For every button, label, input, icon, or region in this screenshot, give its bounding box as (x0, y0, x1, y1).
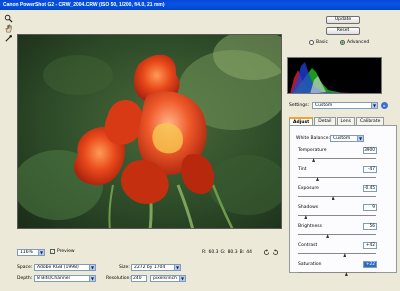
tool-palette (1, 12, 15, 242)
white-balance-label: White Balance: (296, 136, 330, 141)
settings-menu-icon[interactable]: ▸ (380, 102, 388, 109)
adjustment-value-field[interactable]: -0.45 (363, 185, 377, 192)
blue-label: B: (239, 250, 245, 255)
chevron-down-icon: ▼ (174, 265, 180, 270)
adjustment-slider-track[interactable] (298, 177, 376, 178)
tab-calibrate[interactable]: Calibrate (355, 117, 385, 125)
adjustment-value-field[interactable]: 3900 (363, 147, 377, 154)
adjustment-value-field[interactable]: -47 (363, 166, 377, 173)
histogram-graph (290, 62, 352, 93)
adjustment-slider-track[interactable] (298, 196, 376, 197)
workflow-options: Space: Adobe RGB (1998) ▼ Depth: 8 Bits/… (0, 260, 290, 290)
chevron-down-icon: ▼ (179, 276, 185, 281)
adjustment-label: Saturation (298, 262, 322, 267)
advanced-radio-dot (340, 40, 345, 45)
window-title: Canon PowerShot G2 - CRW_2004.CRW (ISO 5… (0, 0, 400, 10)
space-value: Adobe RGB (1998) (37, 265, 79, 270)
adjustment-label: Tint (298, 167, 307, 172)
adjustment-value-field[interactable]: 9 (363, 204, 377, 211)
space-label: Space: (17, 265, 33, 270)
camera-raw-window: Canon PowerShot G2 - CRW_2004.CRW (ISO 5… (0, 0, 400, 291)
tab-detail[interactable]: Detail (314, 117, 336, 125)
red-label: R: (202, 250, 207, 255)
settings-row: Settings: Custom ▼ ▸ (289, 101, 394, 110)
checkbox-check-icon: ✓ (50, 249, 55, 254)
zoom-select[interactable]: 116% ▼ (17, 249, 45, 256)
adjustment-value-field[interactable]: +22 (363, 261, 377, 268)
tab-lens[interactable]: Lens (336, 117, 355, 125)
resolution-value: 240 (133, 276, 142, 281)
adjust-tabs: Adjust Detail Lens Calibrate (289, 117, 397, 125)
advanced-mode-radio[interactable]: Advanced (340, 40, 369, 45)
adjustment-label: Shadows (298, 205, 319, 210)
adjustment-slider-track[interactable] (298, 234, 376, 235)
rotate-left-icon[interactable] (263, 249, 270, 256)
resolution-label: Resolution: (106, 276, 132, 281)
size-select[interactable]: 2272 by 1704 ▼ (131, 264, 181, 271)
chevron-down-icon: ▼ (89, 276, 95, 281)
rotate-right-icon[interactable] (272, 249, 279, 256)
white-balance-select[interactable]: Custom ▼ (330, 135, 364, 142)
settings-label: Settings: (289, 103, 309, 108)
chevron-down-icon: ▼ (89, 265, 95, 270)
blue-value: 44 (246, 250, 252, 255)
zoom-value: 116% (20, 250, 33, 255)
reset-button[interactable]: Reset (326, 27, 360, 35)
update-button[interactable]: Update (326, 16, 360, 24)
preview-status-bar: 116% ▼ ✓ Preview R: 60.3 G: 80.3 B: 44 (17, 248, 282, 257)
size-label: Size: (119, 265, 130, 270)
depth-select[interactable]: 8 Bits/Channel ▼ (34, 275, 96, 282)
white-balance-value: Custom (333, 136, 351, 141)
settings-value: Custom (314, 103, 333, 108)
adjustment-slider-track[interactable] (298, 158, 376, 159)
green-label: G: (220, 250, 226, 255)
adjustment-slider-track[interactable] (298, 272, 376, 273)
adjustment-label: Exposure (298, 186, 319, 191)
chevron-down-icon: ▼ (38, 250, 44, 255)
space-select[interactable]: Adobe RGB (1998) ▼ (34, 264, 96, 271)
adjust-panel: White Balance: Custom ▼ Temperature 3900 T… (289, 125, 397, 276)
adjustment-slider-track[interactable] (298, 253, 376, 254)
resolution-input[interactable]: 240 (131, 275, 147, 282)
hand-tool-icon[interactable] (4, 24, 13, 33)
depth-label: Depth: (17, 276, 33, 281)
chevron-down-icon: ▼ (370, 103, 377, 108)
preview-photo (18, 35, 281, 228)
zoom-tool-icon[interactable] (4, 14, 13, 23)
eyedropper-tool-icon[interactable] (4, 34, 13, 43)
adjustment-label: Contrast (298, 243, 318, 248)
resolution-unit-select[interactable]: pixels/inch ▼ (150, 275, 186, 282)
green-value: 80.3 (227, 250, 238, 255)
basic-mode-label: Basic (316, 40, 328, 45)
preview-checkbox[interactable]: ✓ Preview (50, 249, 75, 254)
image-preview[interactable] (17, 34, 282, 229)
depth-value: 8 Bits/Channel (37, 276, 70, 281)
red-value: 60.3 (208, 250, 219, 255)
basic-mode-radio[interactable]: Basic (309, 40, 328, 45)
settings-select[interactable]: Custom ▼ (311, 102, 378, 109)
rgb-readout: R: 60.3 G: 80.3 B: 44 (202, 250, 252, 255)
resolution-unit: pixels/inch (153, 276, 177, 281)
tab-adjust[interactable]: Adjust (289, 117, 314, 125)
adjustment-label: Temperature (298, 148, 327, 153)
adjustment-label: Brightness (298, 224, 322, 229)
chevron-down-icon: ▼ (357, 136, 363, 141)
size-value: 2272 by 1704 (134, 265, 166, 270)
adjustment-slider-track[interactable] (298, 215, 376, 216)
adjustment-value-field[interactable]: 56 (363, 223, 377, 230)
basic-radio-dot (309, 40, 314, 45)
histogram (287, 57, 382, 94)
preview-label: Preview (57, 249, 75, 254)
advanced-mode-label: Advanced (347, 40, 370, 45)
adjustment-value-field[interactable]: +42 (363, 242, 377, 249)
